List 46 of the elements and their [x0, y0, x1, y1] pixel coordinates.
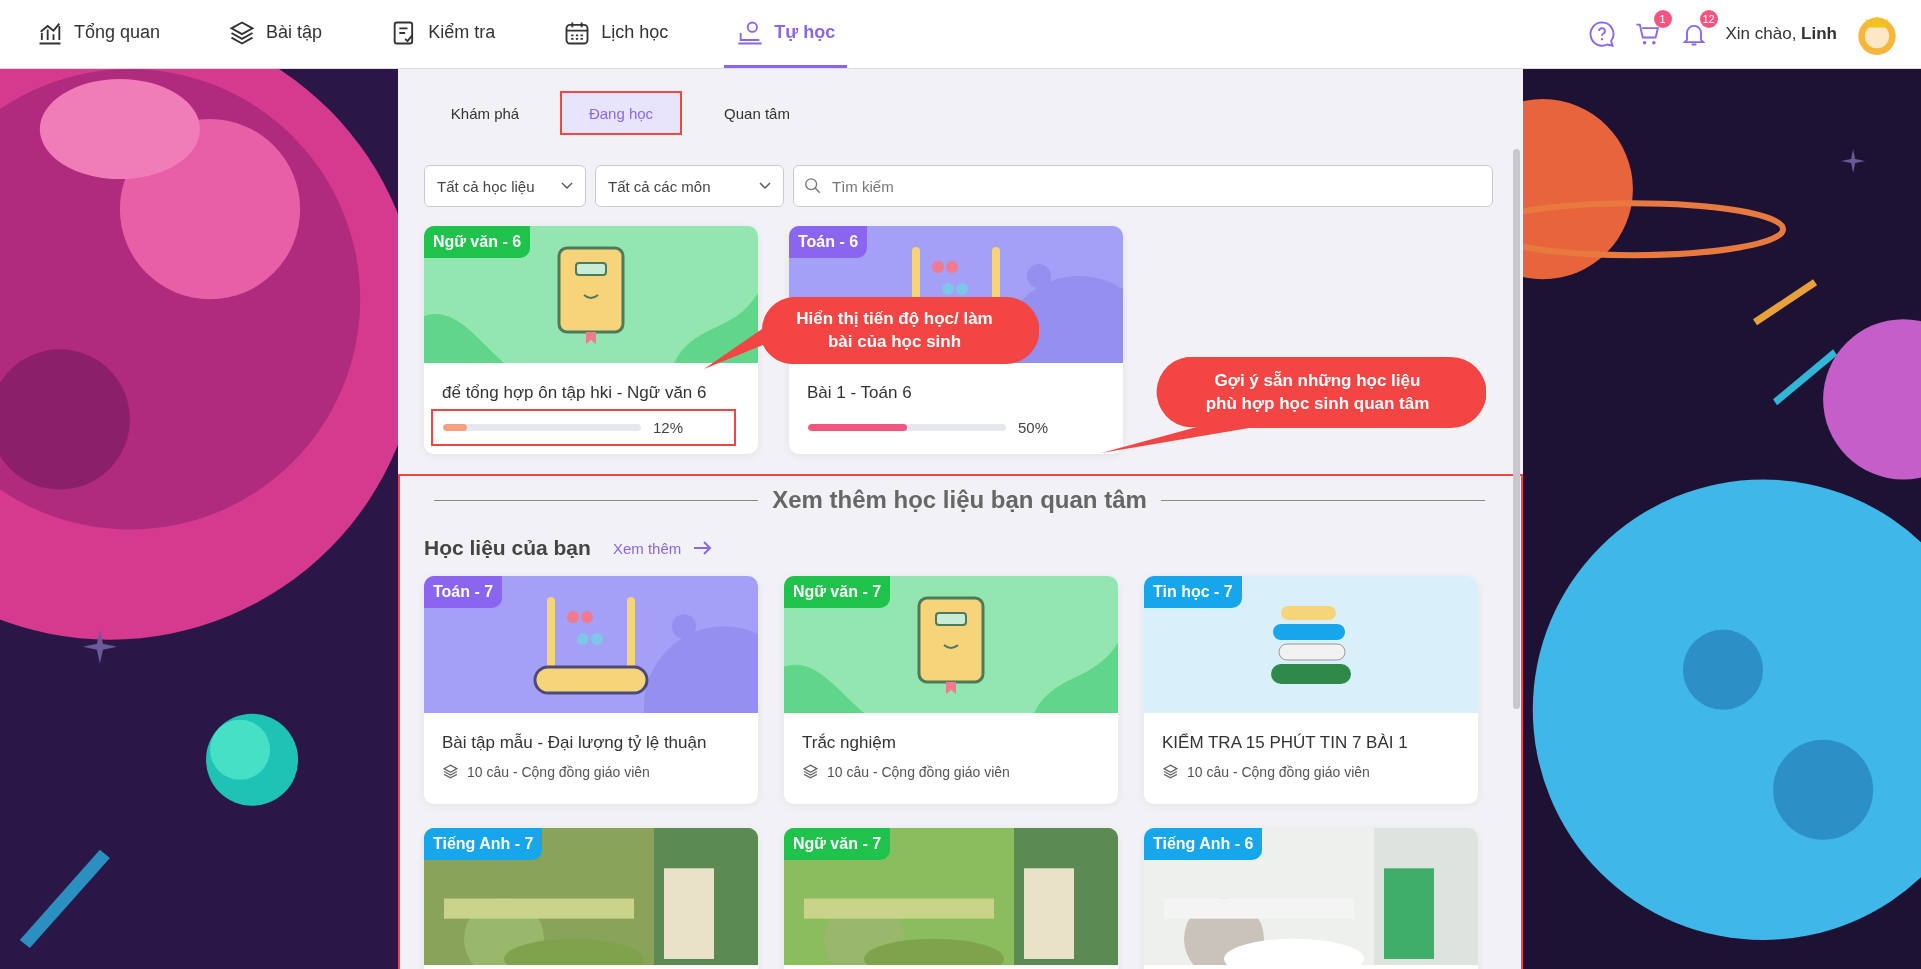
subject-badge: Tiếng Anh - 7 — [424, 828, 543, 860]
see-more-link[interactable]: Xem thêm — [612, 539, 714, 557]
course-title: Trắc nghiệm — [801, 732, 897, 753]
course-title: Bài 1 - Toán 6 — [806, 382, 913, 403]
layers-icon — [1162, 763, 1179, 780]
course-title: để tổng hợp ôn tập hki - Ngữ văn 6 — [441, 382, 708, 403]
nav-tab[interactable]: Kiểm tra — [378, 0, 508, 68]
notification-count-badge: 12 — [1699, 10, 1718, 28]
caret-icon — [561, 182, 573, 190]
cart-count-badge: 1 — [1653, 10, 1672, 28]
section-heading: Xem thêm học liệu bạn quan tâm — [772, 486, 1147, 514]
course-card[interactable]: Ngữ văn - 7 Trắc nghiệm 10 câu - Cộng đồng giáo viên — [784, 576, 1118, 804]
course-meta: 10 câu - Cộng đồng giáo viên — [467, 763, 650, 780]
filter-dropdown[interactable]: Tất cả các môn — [595, 165, 784, 207]
layers-icon — [802, 763, 819, 780]
course-title: KIỂM TRA 15 PHÚT TIN 7 BÀI 1 — [1161, 732, 1409, 753]
search-icon — [804, 177, 822, 195]
course-meta: 10 câu - Cộng đồng giáo viên — [827, 763, 1010, 780]
subsection-title: Học liệu của bạn — [424, 536, 591, 560]
arrow-right-icon — [693, 540, 714, 556]
scrollbar[interactable] — [1513, 149, 1520, 709]
layers-icon — [442, 763, 459, 780]
search-field[interactable]: Tìm kiếm — [793, 165, 1493, 207]
nav-tab[interactable]: Bài tập — [216, 0, 335, 68]
course-card[interactable]: Tin học - 7 KIỂM TRA 15 PHÚT TIN 7 BÀI 1 10 câu - Cộng đồng giáo viên — [1144, 576, 1478, 804]
progress-percent: 50% — [1018, 419, 1049, 436]
subject-badge: Tiếng Anh - 6 — [1144, 828, 1263, 860]
subject-badge: Tin học - 7 — [1144, 576, 1242, 608]
nav-tab[interactable]: Lịch học — [551, 0, 681, 68]
course-meta: 10 câu - Cộng đồng giáo viên — [1187, 763, 1370, 780]
tab[interactable]: Khám phá — [424, 91, 546, 135]
greeting-text: Xin chào, Linh — [1725, 24, 1837, 44]
course-card[interactable]: Ngữ văn - 6 để tổng hợp ôn tập hki - Ngữ văn 6 12% — [424, 226, 758, 454]
tab[interactable]: Quan tâm — [696, 91, 818, 135]
nav-tab[interactable]: Tổng quan — [24, 0, 173, 68]
caret-icon — [759, 182, 771, 190]
subject-badge: Toán - 6 — [789, 226, 868, 258]
subject-badge: Ngữ văn - 7 — [784, 828, 891, 860]
subject-badge: Ngữ văn - 7 — [784, 576, 891, 608]
subject-badge: Ngữ văn - 6 — [424, 226, 531, 258]
filter-dropdown[interactable]: Tất cả học liệu — [424, 165, 586, 207]
progress-percent: 12% — [653, 419, 684, 436]
course-title: Bài tập mẫu - Đại lượng tỷ lệ thuận — [441, 732, 708, 753]
help-icon[interactable] — [1587, 20, 1616, 48]
course-card[interactable]: Toán - 7 Bài tập mẫu - Đại lượng tỷ lệ thuận 10 câu - Cộng đồng giáo viên — [424, 576, 758, 804]
subject-badge: Toán - 7 — [424, 576, 503, 608]
